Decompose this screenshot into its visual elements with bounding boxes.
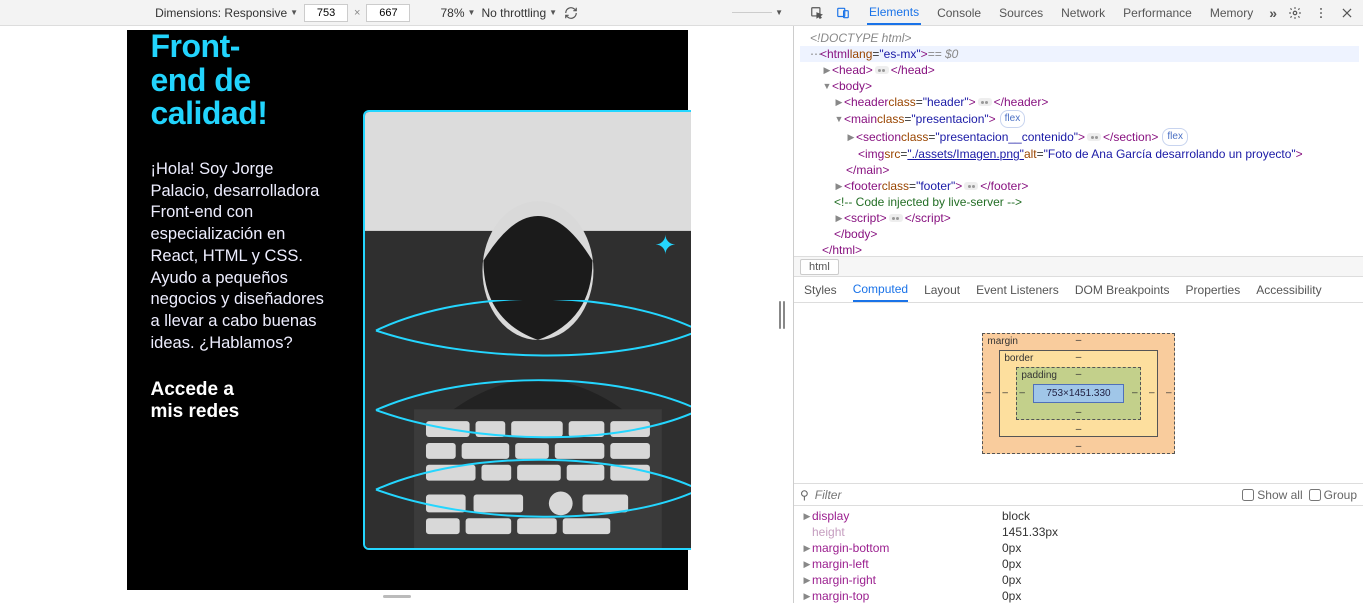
viewport-bottom-handle[interactable] [0, 589, 793, 603]
tabs-more-icon[interactable]: » [1269, 5, 1277, 21]
rendered-page: Front-end decalidad! ¡Hola! Soy Jorge Pa… [127, 30, 688, 590]
filter-icon: ⚲ [800, 488, 809, 502]
box-model[interactable]: margin –––– border –––– padding –––– 753… [794, 303, 1363, 483]
tab-console[interactable]: Console [935, 1, 983, 24]
breadcrumb[interactable]: html [794, 256, 1363, 277]
filter-bar: ⚲ Show all Group [794, 483, 1363, 506]
subtab-dombreakpoints[interactable]: DOM Breakpoints [1075, 278, 1170, 301]
inspect-icon[interactable] [809, 5, 825, 21]
rotate-icon[interactable] [563, 5, 579, 21]
extra-select[interactable]: ▼ [732, 8, 783, 17]
subtab-computed[interactable]: Computed [853, 277, 908, 302]
subtab-accessibility[interactable]: Accessibility [1256, 278, 1321, 301]
viewport-height-input[interactable] [366, 4, 410, 22]
subtab-layout[interactable]: Layout [924, 278, 960, 301]
tab-memory[interactable]: Memory [1208, 1, 1255, 24]
kebab-icon[interactable] [1313, 5, 1329, 21]
tab-elements[interactable]: Elements [867, 0, 921, 25]
zoom-select[interactable]: 78% ▼ [440, 6, 475, 20]
computed-properties[interactable]: ▶displayblock height1451.33px ▶margin-bo… [794, 506, 1363, 603]
page-paragraph: ¡Hola! Soy Jorge Palacio, desarrolladora… [151, 159, 331, 355]
device-toolbar: Dimensions: Responsive ▼ × 78% ▼ No thro… [0, 0, 1363, 26]
subtab-properties[interactable]: Properties [1186, 278, 1241, 301]
tab-performance[interactable]: Performance [1121, 1, 1194, 24]
device-toggle-icon[interactable] [835, 5, 851, 21]
styles-subtabs: Styles Computed Layout Event Listeners D… [794, 277, 1363, 303]
tab-network[interactable]: Network [1059, 1, 1107, 24]
filter-input[interactable] [815, 488, 1236, 502]
gear-icon[interactable] [1287, 5, 1303, 21]
subtab-eventlisteners[interactable]: Event Listeners [976, 278, 1059, 301]
close-icon[interactable] [1339, 5, 1355, 21]
star-decoration-icon: ✦ [655, 230, 677, 261]
subtab-styles[interactable]: Styles [804, 278, 837, 301]
device-viewport: Front-end decalidad! ¡Hola! Soy Jorge Pa… [0, 26, 793, 603]
page-image [363, 110, 691, 550]
tab-sources[interactable]: Sources [997, 1, 1045, 24]
viewport-resize-handle[interactable] [779, 301, 785, 329]
throttling-select[interactable]: No throttling ▼ [481, 6, 557, 20]
viewport-width-input[interactable] [304, 4, 348, 22]
dimensions-select[interactable]: Dimensions: Responsive ▼ [155, 6, 298, 20]
group-checkbox[interactable]: Group [1309, 488, 1357, 502]
dimension-x: × [354, 7, 360, 19]
showall-checkbox[interactable]: Show all [1242, 488, 1302, 502]
dom-tree[interactable]: <!DOCTYPE html> ⋯<html lang="es-mx"> == … [794, 26, 1363, 256]
